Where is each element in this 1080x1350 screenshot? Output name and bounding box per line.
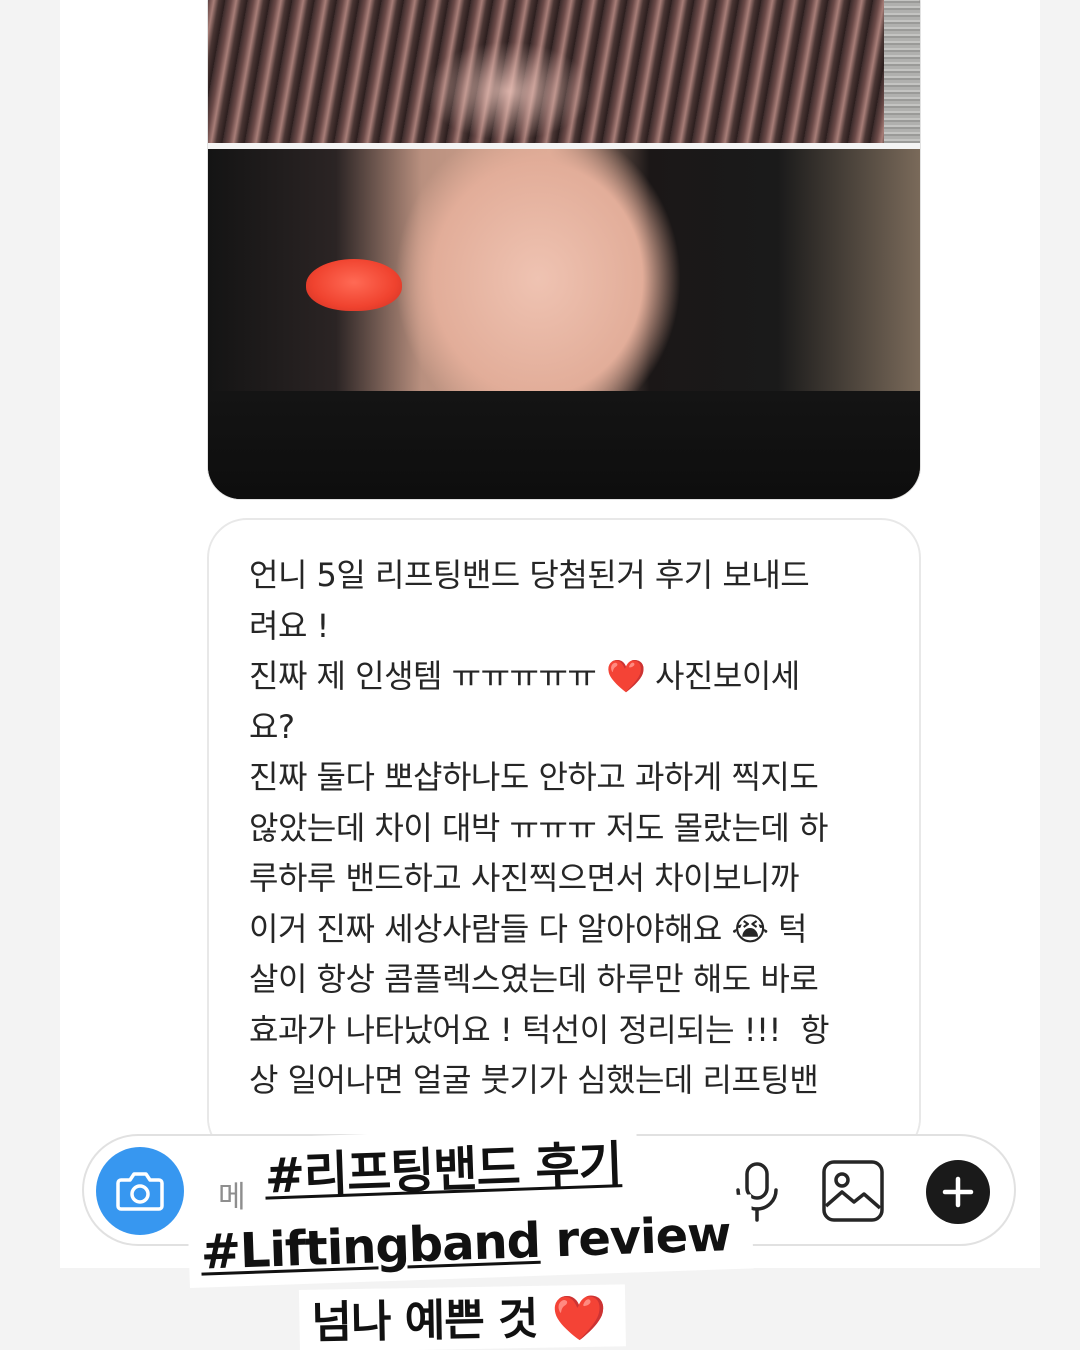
camera-icon (116, 1172, 164, 1211)
hashtag-liftingband-en: #Liftingband (199, 1212, 541, 1281)
photo-before (208, 0, 920, 143)
heart-emoji-icon: ❤️ (551, 1292, 607, 1345)
gallery-icon (822, 1160, 884, 1222)
photo-shirt (208, 391, 920, 499)
message-input[interactable]: 메 (218, 1172, 246, 1216)
message-text: 언니 5일 리프팅밴드 당첨된거 후기 보내드 려요 ! 진짜 제 인생템 ㅠㅠ… (249, 556, 830, 1099)
caption-pretty-text: 넘나 예쁜 것 (311, 1293, 553, 1349)
story-caption-line-3: 넘나 예쁜 것 ❤️ (298, 1284, 627, 1350)
camera-button[interactable] (96, 1147, 184, 1235)
plus-button[interactable] (926, 1160, 990, 1224)
photo-lips (306, 259, 402, 311)
hashtag-liftingband-kr: #리프팅밴드 후기 (263, 1136, 623, 1205)
gallery-button[interactable] (820, 1158, 886, 1224)
photo-background-strip (884, 0, 920, 143)
photo-message[interactable] (207, 0, 921, 500)
text-message-bubble[interactable]: 언니 5일 리프팅밴드 당첨된거 후기 보내드 려요 ! 진짜 제 인생템 ㅠㅠ… (207, 518, 921, 1158)
plus-icon (942, 1176, 974, 1208)
story-caption-line-1: #리프팅밴드 후기 (251, 1124, 639, 1212)
caption-review-word: review (538, 1206, 732, 1269)
